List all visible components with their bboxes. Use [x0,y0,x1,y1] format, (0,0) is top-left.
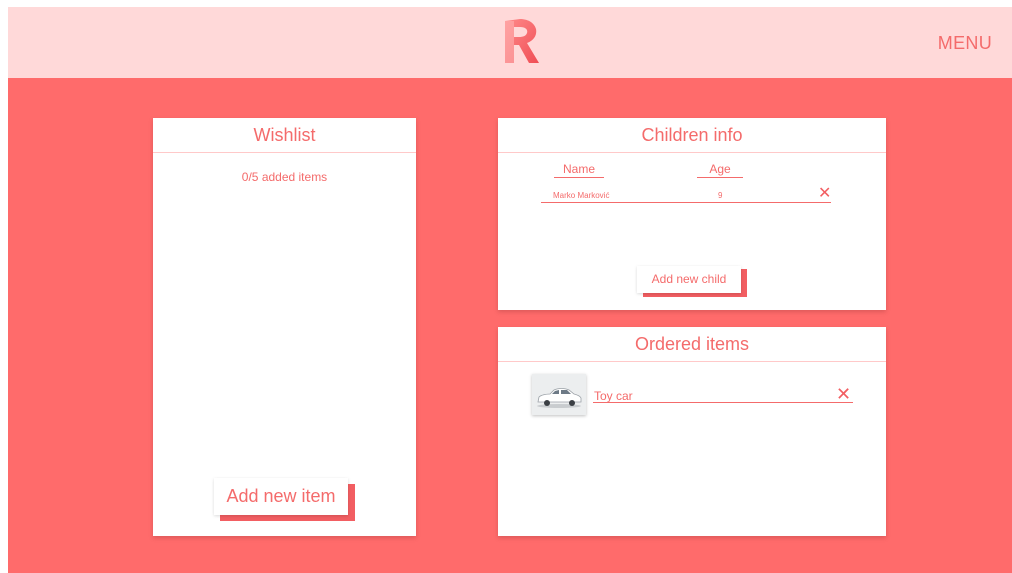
add-new-child-button[interactable]: Add new child [637,266,741,293]
r-logo-icon[interactable] [501,15,541,67]
child-age: 9 [718,191,723,200]
toy-car-image [532,374,586,415]
add-child-button-wrap: Add new child [637,266,747,297]
item-name: Toy car [594,389,633,403]
children-info-card: Children info Name Age Marko Marković 9 … [498,118,886,310]
add-new-item-button[interactable]: Add new item [214,478,348,515]
app-frame: MENU Wishlist 0/5 added items Add new it… [8,7,1012,573]
child-row: Marko Marković 9 ✕ [541,185,831,203]
wishlist-card: Wishlist 0/5 added items Add new item [153,118,416,536]
wishlist-count: 0/5 added items [241,170,328,184]
ordered-items-title: Ordered items [498,327,886,362]
ordered-item-row: Toy car ✕ [532,374,853,416]
column-header-name: Name [554,162,604,178]
car-icon [537,388,582,408]
close-icon[interactable]: ✕ [836,386,851,404]
ordered-items-card: Ordered items Toy car ✕ [498,327,886,536]
top-header: MENU [8,7,1012,78]
close-icon[interactable]: ✕ [818,185,831,201]
menu-button[interactable]: MENU [938,33,992,54]
child-name: Marko Marković [553,191,610,200]
wishlist-title: Wishlist [153,118,416,153]
item-name-field: Toy car [593,385,853,403]
add-item-button-wrap: Add new item [214,478,355,521]
children-info-title: Children info [498,118,886,153]
column-header-age: Age [697,162,743,178]
